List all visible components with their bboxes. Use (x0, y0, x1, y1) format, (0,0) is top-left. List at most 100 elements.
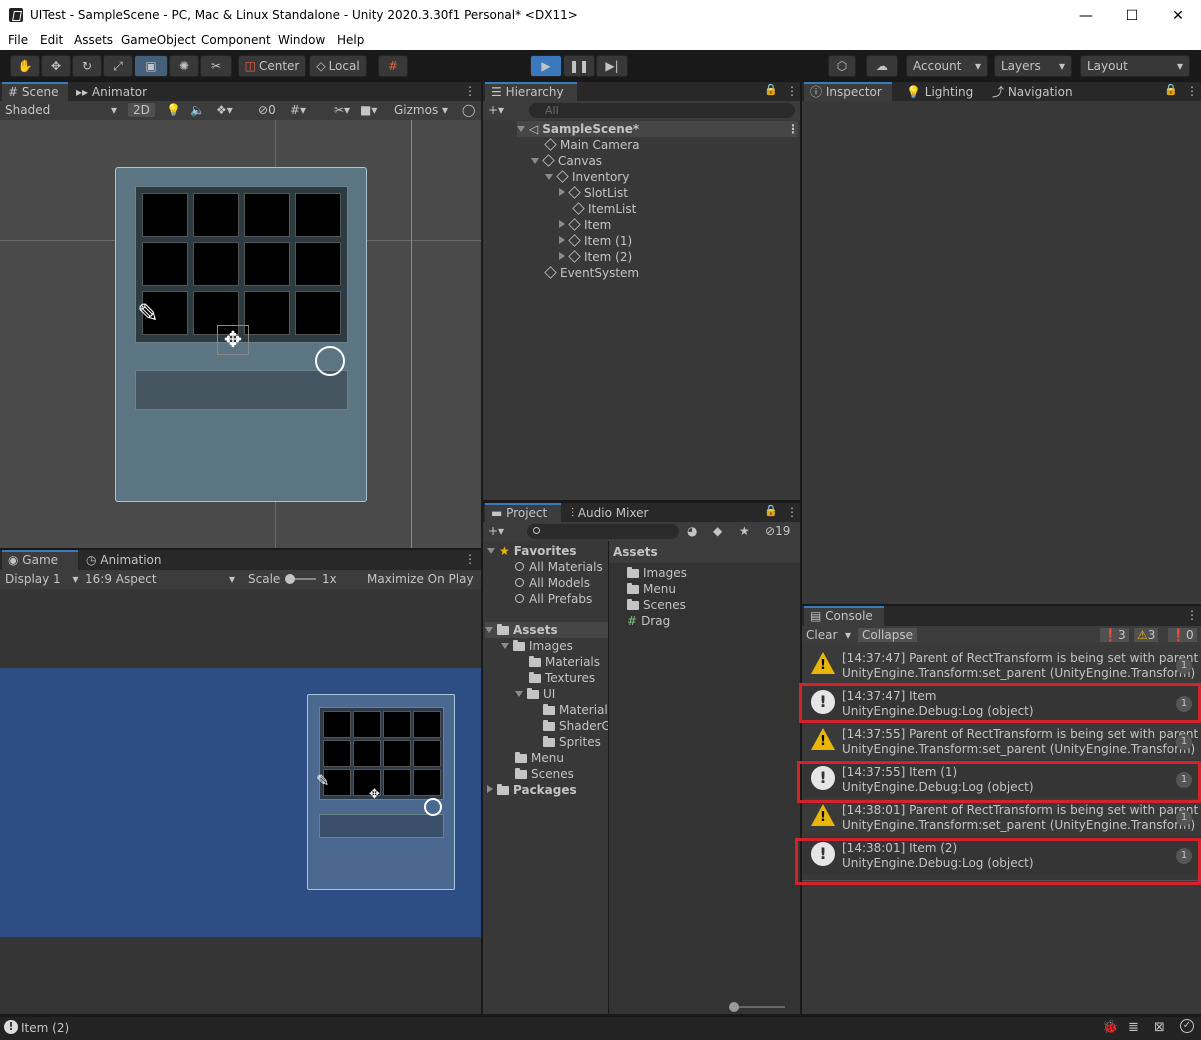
hierarchy-add-button[interactable]: +▾ (488, 103, 504, 117)
folder-images[interactable]: Images (501, 638, 573, 654)
menu-assets[interactable]: Assets (74, 33, 113, 47)
scene-search-icon[interactable]: ◯ (462, 103, 475, 117)
pause-button[interactable]: ❚❚ (563, 55, 595, 77)
minimize-button[interactable]: — (1063, 0, 1109, 31)
move-tool-icon[interactable]: ✥ (41, 55, 71, 77)
audio-toggle-icon[interactable]: 🔈 (190, 103, 205, 117)
step-button[interactable]: ▶| (596, 55, 628, 77)
menu-window[interactable]: Window (278, 33, 325, 47)
project-add-button[interactable]: +▾ (488, 524, 504, 538)
scene-menu-icon[interactable]: ⋮ (464, 84, 476, 98)
folder-ui[interactable]: UI (515, 686, 555, 702)
play-button[interactable]: ▶ (530, 55, 562, 77)
mode-2d-button[interactable]: 2D (128, 103, 155, 117)
hierarchy-row-canvas[interactable]: Canvas (531, 153, 602, 169)
slot[interactable] (142, 193, 188, 237)
slot[interactable] (383, 769, 411, 796)
hierarchy-row-item-2[interactable]: Item (2) (559, 249, 632, 265)
info-filter-toggle[interactable]: ❗3 (1100, 628, 1129, 642)
tab-game[interactable]: ◉ Game (2, 550, 78, 570)
folder-shaderg[interactable]: ShaderG (543, 718, 608, 734)
icon-size-slider[interactable] (733, 1006, 785, 1008)
folder-scenes[interactable]: Scenes (515, 766, 574, 782)
tab-project[interactable]: ▬ Project (485, 503, 561, 523)
scene-view[interactable]: ✎ ✥ (0, 120, 481, 548)
packages-folder[interactable]: Packages (487, 782, 577, 798)
move-item-icon[interactable]: ✥ (217, 325, 249, 355)
console-entry-warning[interactable]: [14:38:01] Parent of RectTransform is be… (803, 798, 1201, 836)
content-menu[interactable]: Menu (627, 581, 676, 597)
menu-file[interactable]: File (8, 33, 28, 47)
shading-dropdown[interactable]: Shaded ▾ (5, 103, 121, 117)
layout-dropdown[interactable]: Layout ▾ (1080, 55, 1190, 77)
tab-inspector[interactable]: ⓘ Inspector (804, 82, 892, 102)
hierarchy-row-scene[interactable]: ◁ SampleScene* ⋮ (517, 121, 799, 137)
filter-type-icon[interactable]: ◕ (687, 524, 697, 538)
hierarchy-row-item[interactable]: Item (559, 217, 611, 233)
lock-icon[interactable]: 🔒 (1164, 83, 1178, 96)
circle-item-icon[interactable] (315, 346, 345, 376)
clear-options-dropdown[interactable]: ▾ (845, 628, 851, 642)
menu-component[interactable]: Component (201, 33, 271, 47)
lock-icon[interactable]: 🔒 (764, 504, 778, 517)
tab-lighting[interactable]: 💡 Lighting (900, 82, 979, 102)
tab-console[interactable]: ▤ Console (804, 606, 884, 626)
favorites-header[interactable]: ★ Favorites (487, 543, 576, 559)
hierarchy-row-item-1[interactable]: Item (1) (559, 233, 632, 249)
favorite-all-models[interactable]: All Models (515, 575, 590, 591)
filter-label-icon[interactable]: ◆ (713, 524, 722, 538)
slot[interactable] (323, 740, 351, 767)
pen-item-icon[interactable]: ✎ (316, 771, 329, 790)
project-breadcrumb[interactable]: Assets (613, 544, 658, 560)
slot[interactable] (413, 711, 441, 738)
clear-button[interactable]: Clear (806, 628, 837, 642)
hierarchy-menu-icon[interactable]: ⋮ (786, 84, 798, 98)
grid-snap-icon[interactable]: # (378, 55, 408, 77)
assets-folder[interactable]: Assets (485, 622, 608, 638)
maximize-on-play-toggle[interactable]: Maximize On Play (367, 572, 474, 586)
content-images[interactable]: Images (627, 565, 687, 581)
hierarchy-row-itemlist[interactable]: ItemList (572, 201, 636, 217)
grid-toggle-icon[interactable]: #▾ (290, 103, 306, 117)
maximize-button[interactable]: ☐ (1109, 0, 1155, 31)
tools-icon[interactable]: ✂▾ (334, 103, 350, 117)
scale-slider-thumb[interactable] (285, 574, 295, 584)
tab-hierarchy[interactable]: ☰ Hierarchy (485, 82, 577, 102)
folder-sprites[interactable]: Sprites (543, 734, 601, 750)
network-icon[interactable]: ⊠ (1154, 1020, 1165, 1035)
hierarchy-search-input[interactable]: All (529, 103, 795, 118)
hierarchy-row-inventory[interactable]: Inventory (545, 169, 629, 185)
slot[interactable] (383, 711, 411, 738)
hierarchy-row-main-camera[interactable]: Main Camera (544, 137, 640, 153)
collab-icon[interactable]: ⬡ (828, 55, 856, 77)
aspect-dropdown[interactable]: 16:9 Aspect ▾ (85, 572, 240, 586)
tab-animation[interactable]: ◷ Animation (80, 550, 167, 570)
slot[interactable] (244, 291, 290, 335)
circle-item-icon[interactable] (424, 798, 442, 816)
cache-server-icon[interactable]: ≣ (1128, 1020, 1139, 1035)
menu-gameobject[interactable]: GameObject (121, 33, 196, 47)
game-view[interactable]: ✎ ✥ (0, 589, 481, 1014)
slot[interactable] (295, 193, 341, 237)
game-inventory-panel[interactable]: ✎ ✥ (307, 694, 455, 890)
console-entry-warning[interactable]: [14:37:47] Parent of RectTransform is be… (803, 646, 1201, 684)
custom-tool-icon[interactable]: ✂ (200, 55, 232, 77)
layers-dropdown[interactable]: Layers ▾ (994, 55, 1072, 77)
slot[interactable] (142, 242, 188, 286)
rect-tool-icon[interactable]: ▣ (134, 55, 168, 77)
slot[interactable] (413, 740, 441, 767)
pivot-center-button[interactable]: ◫ Center (238, 55, 306, 77)
favorite-all-materials[interactable]: All Materials (515, 559, 603, 575)
slot[interactable] (323, 711, 351, 738)
pivot-local-button[interactable]: ◇ Local (309, 55, 367, 77)
move-item-icon[interactable]: ✥ (369, 787, 380, 802)
project-search-input[interactable] (527, 524, 679, 539)
account-dropdown[interactable]: Account ▾ (906, 55, 988, 77)
folder-ui-materials[interactable]: Materials (543, 702, 608, 718)
display-dropdown[interactable]: Display 1 ▾ (5, 572, 79, 586)
slot[interactable] (295, 291, 341, 335)
hidden-packages-icon[interactable]: ⊘19 (765, 524, 790, 538)
lock-icon[interactable]: 🔒 (764, 83, 778, 96)
menu-edit[interactable]: Edit (40, 33, 63, 47)
console-menu-icon[interactable]: ⋮ (1186, 608, 1198, 622)
